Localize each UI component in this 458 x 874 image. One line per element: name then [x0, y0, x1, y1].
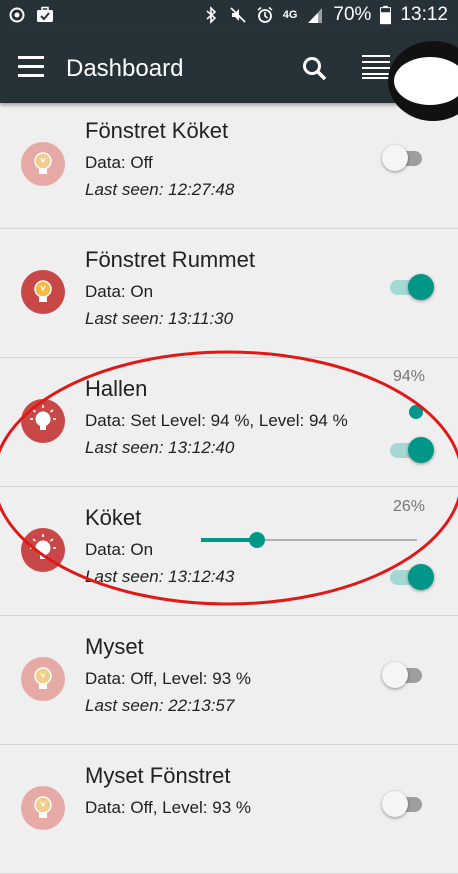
device-last-seen: Last seen: 12:27:48 — [85, 180, 235, 199]
sync-icon — [9, 7, 25, 23]
device-last-seen: Last seen: 13:12:43 — [85, 567, 235, 586]
battery-icon — [380, 5, 392, 25]
device-item[interactable]: Myset Data: Off, Level: 93 % Last seen: … — [0, 616, 458, 745]
mute-icon — [230, 7, 246, 23]
device-name: Köket — [85, 505, 142, 530]
device-data: Data: On — [85, 282, 154, 301]
level-slider[interactable] — [201, 532, 417, 548]
search-button[interactable] — [301, 55, 329, 83]
device-data: Data: Off, Level: 93 % — [85, 669, 251, 688]
view-list-button[interactable] — [362, 55, 390, 79]
redaction-mark — [394, 57, 458, 105]
device-item[interactable]: Myset Fönstret Data: Off, Level: 93 % — [0, 745, 458, 874]
bulb-icon — [21, 657, 65, 701]
device-name: Fönstret Köket — [85, 118, 229, 143]
device-item[interactable]: Fönstret Köket Data: Off Last seen: 12:2… — [0, 103, 458, 229]
device-toggle[interactable] — [386, 560, 434, 594]
level-slider-knob[interactable] — [249, 532, 265, 548]
clock: 13:12 — [400, 4, 448, 25]
alarm-icon — [257, 6, 273, 23]
device-toggle[interactable] — [382, 787, 428, 821]
menu-icon — [18, 56, 44, 59]
device-last-seen: Last seen: 22:13:57 — [85, 696, 235, 715]
bulb-icon — [21, 528, 65, 572]
device-data: Data: Set Level: 94 %, Level: 94 % — [85, 411, 348, 430]
bulb-icon — [21, 270, 65, 314]
level-slider-knob[interactable] — [409, 405, 423, 419]
device-toggle[interactable] — [382, 141, 428, 175]
app-bar: Dashboard — [0, 33, 458, 121]
search-icon — [303, 57, 327, 81]
signal-icon — [308, 8, 323, 23]
device-name: Myset — [85, 634, 144, 659]
level-percent: 26% — [393, 498, 426, 515]
device-name: Myset Fönstret — [85, 763, 231, 788]
view-list-icon — [362, 55, 390, 57]
page-title: Dashboard — [66, 55, 184, 82]
device-name: Hallen — [85, 376, 148, 401]
device-toggle[interactable] — [382, 658, 428, 692]
device-toggle[interactable] — [386, 270, 434, 304]
device-item[interactable]: Köket Data: On Last seen: 13:12:43 26% — [0, 487, 458, 616]
status-bar: 4G 70% 13:12 — [0, 0, 458, 33]
device-last-seen: Last seen: 13:12:40 — [85, 438, 235, 457]
bulb-icon — [21, 786, 65, 830]
bluetooth-icon — [206, 6, 216, 24]
briefcase-check-icon — [37, 6, 53, 22]
device-last-seen: Last seen: 13:11:30 — [85, 309, 234, 328]
battery-percent: 70% — [333, 4, 372, 25]
device-toggle[interactable] — [386, 433, 434, 467]
device-item[interactable]: Hallen Data: Set Level: 94 %, Level: 94 … — [0, 358, 458, 487]
device-data: Data: Off, Level: 93 % — [85, 798, 251, 817]
level-percent: 94% — [393, 368, 426, 385]
bulb-icon — [21, 399, 65, 443]
device-data: Data: On — [85, 540, 154, 559]
menu-button[interactable] — [18, 56, 44, 78]
device-name: Fönstret Rummet — [85, 247, 255, 272]
device-list: Fönstret Köket Data: Off Last seen: 12:2… — [0, 103, 458, 874]
device-item[interactable]: Fönstret Rummet Data: On Last seen: 13:1… — [0, 229, 458, 358]
bulb-icon — [21, 142, 65, 186]
network-type: 4G — [282, 9, 298, 21]
device-data: Data: Off — [85, 153, 153, 172]
